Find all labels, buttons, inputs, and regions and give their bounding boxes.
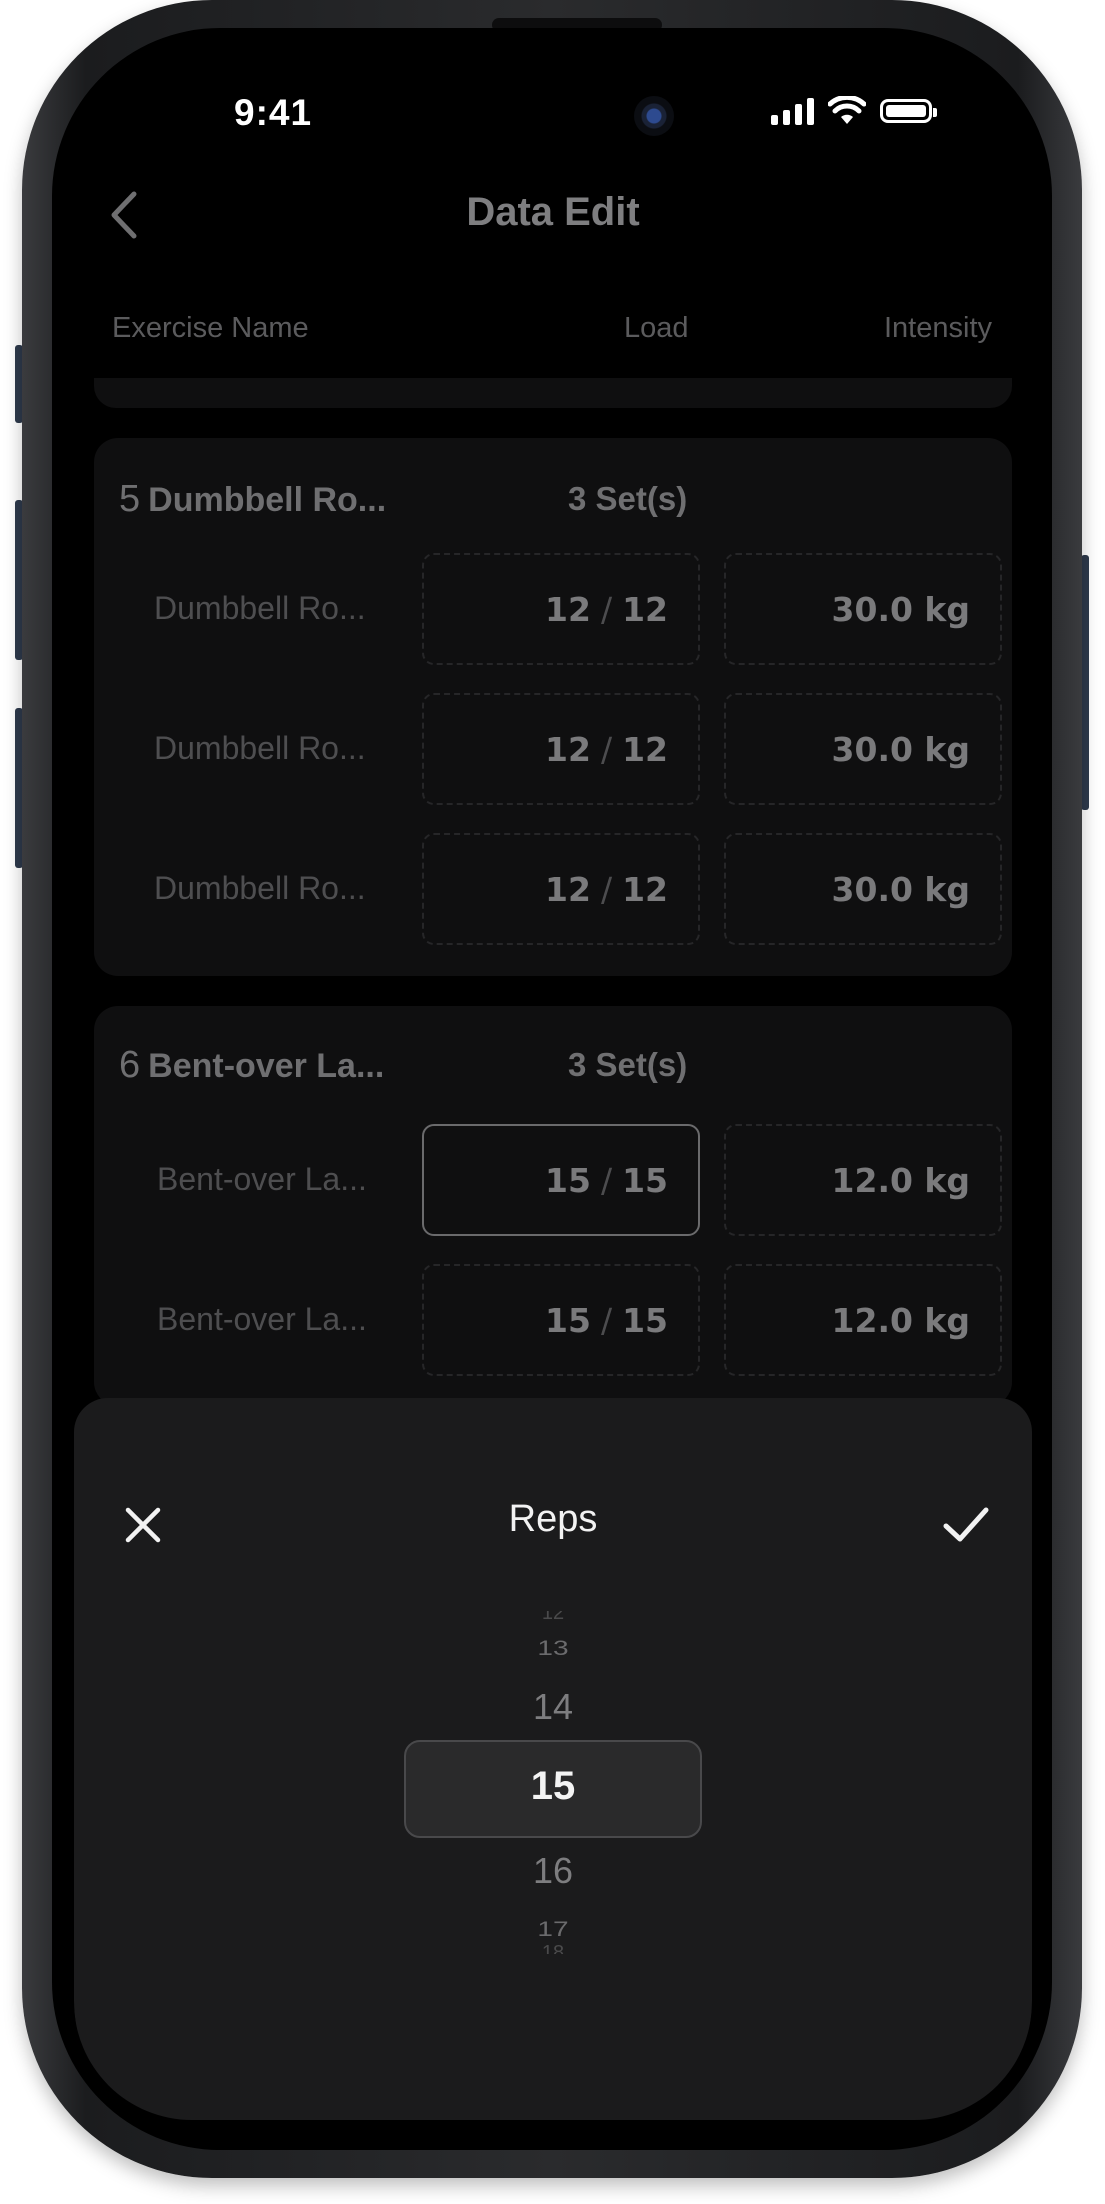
reps-cell[interactable]: 12/12 xyxy=(422,693,700,805)
reps-value: 12 xyxy=(545,589,591,629)
exercise-title[interactable]: 6 Bent-over La... xyxy=(119,1044,384,1087)
exercise-card: 5 Dumbbell Ro... 3 Set(s) Dumbbell Ro... … xyxy=(94,438,1012,976)
status-icons xyxy=(771,96,937,126)
reps-cell-selected[interactable]: 15/15 xyxy=(422,1124,700,1236)
exercise-card: 6 Bent-over La... 3 Set(s) Bent-over La..… xyxy=(94,1006,1012,1406)
exercise-sets: 3 Set(s) xyxy=(568,480,688,517)
reps-separator: / xyxy=(600,1160,613,1200)
weight-cell[interactable]: 12.0 kg xyxy=(724,1124,1002,1236)
reps-separator: / xyxy=(600,869,613,909)
cellular-signal-icon xyxy=(771,97,814,125)
battery-icon xyxy=(880,99,937,123)
reps-value: 15 xyxy=(545,1300,591,1340)
exercise-title[interactable]: 5 Dumbbell Ro... xyxy=(119,478,386,521)
picker-option[interactable]: 18 xyxy=(74,1940,1032,1954)
weight-value: 30.0 kg xyxy=(831,589,970,629)
picker-option[interactable]: 17 xyxy=(74,1917,1032,1941)
column-header-intensity: Intensity xyxy=(884,312,992,344)
set-row-name: Bent-over La... xyxy=(157,1301,367,1337)
weight-value: 30.0 kg xyxy=(831,729,970,769)
reps-target: 15 xyxy=(622,1160,668,1200)
picker-option[interactable]: 16 xyxy=(74,1850,1032,1892)
exercise-number: 5 xyxy=(119,478,141,520)
set-row-name: Dumbbell Ro... xyxy=(154,590,366,626)
screen: 9:41 Data Edit Exercise Name Load Intens… xyxy=(74,50,1032,2150)
exercise-number: 6 xyxy=(119,1044,141,1086)
previous-card-tail xyxy=(94,378,1012,408)
reps-separator: / xyxy=(600,729,613,769)
weight-cell[interactable]: 30.0 kg xyxy=(724,833,1002,945)
exercise-name: Bent-over La... xyxy=(148,1047,385,1085)
picker-option-selected[interactable]: 15 xyxy=(74,1764,1032,1809)
reps-picker-sheet: Reps 12 13 14 15 16 17 18 xyxy=(74,1398,1032,2120)
status-time: 9:41 xyxy=(234,92,313,133)
sheet-title: Reps xyxy=(508,1498,598,1540)
weight-cell[interactable]: 30.0 kg xyxy=(724,553,1002,665)
exercise-sets: 3 Set(s) xyxy=(568,1046,688,1083)
weight-value: 30.0 kg xyxy=(831,869,970,909)
weight-cell[interactable]: 30.0 kg xyxy=(724,693,1002,805)
set-row-name: Dumbbell Ro... xyxy=(154,730,366,766)
reps-value: 15 xyxy=(545,1160,591,1200)
column-header-load: Load xyxy=(624,312,689,344)
reps-target: 12 xyxy=(622,589,668,629)
set-row-name: Dumbbell Ro... xyxy=(154,870,366,906)
picker-option[interactable]: 14 xyxy=(74,1686,1032,1728)
reps-cell[interactable]: 15/15 xyxy=(422,1264,700,1376)
reps-separator: / xyxy=(600,589,613,629)
weight-value: 12.0 kg xyxy=(831,1160,970,1200)
wifi-icon xyxy=(828,96,866,124)
reps-target: 12 xyxy=(622,869,668,909)
column-header-exercise: Exercise Name xyxy=(112,312,309,344)
reps-cell[interactable]: 12/12 xyxy=(422,833,700,945)
set-row-name: Bent-over La... xyxy=(157,1161,367,1197)
reps-cell[interactable]: 12/12 xyxy=(422,553,700,665)
reps-value: 12 xyxy=(545,869,591,909)
reps-picker-wheel[interactable]: 12 13 14 15 16 17 18 xyxy=(74,1568,1032,2048)
page-title: Data Edit xyxy=(466,190,640,234)
confirm-button[interactable] xyxy=(936,1498,996,1552)
front-camera-icon xyxy=(634,96,674,136)
reps-value: 12 xyxy=(545,729,591,769)
reps-separator: / xyxy=(600,1300,613,1340)
weight-cell[interactable]: 12.0 kg xyxy=(724,1264,1002,1376)
power-button xyxy=(1081,555,1089,810)
picker-option[interactable]: 12 xyxy=(74,1611,1032,1625)
reps-target: 15 xyxy=(622,1300,668,1340)
exercise-name: Dumbbell Ro... xyxy=(148,481,387,519)
weight-value: 12.0 kg xyxy=(831,1300,970,1340)
reps-target: 12 xyxy=(622,729,668,769)
picker-option[interactable]: 13 xyxy=(74,1636,1032,1660)
check-icon xyxy=(943,1507,989,1542)
